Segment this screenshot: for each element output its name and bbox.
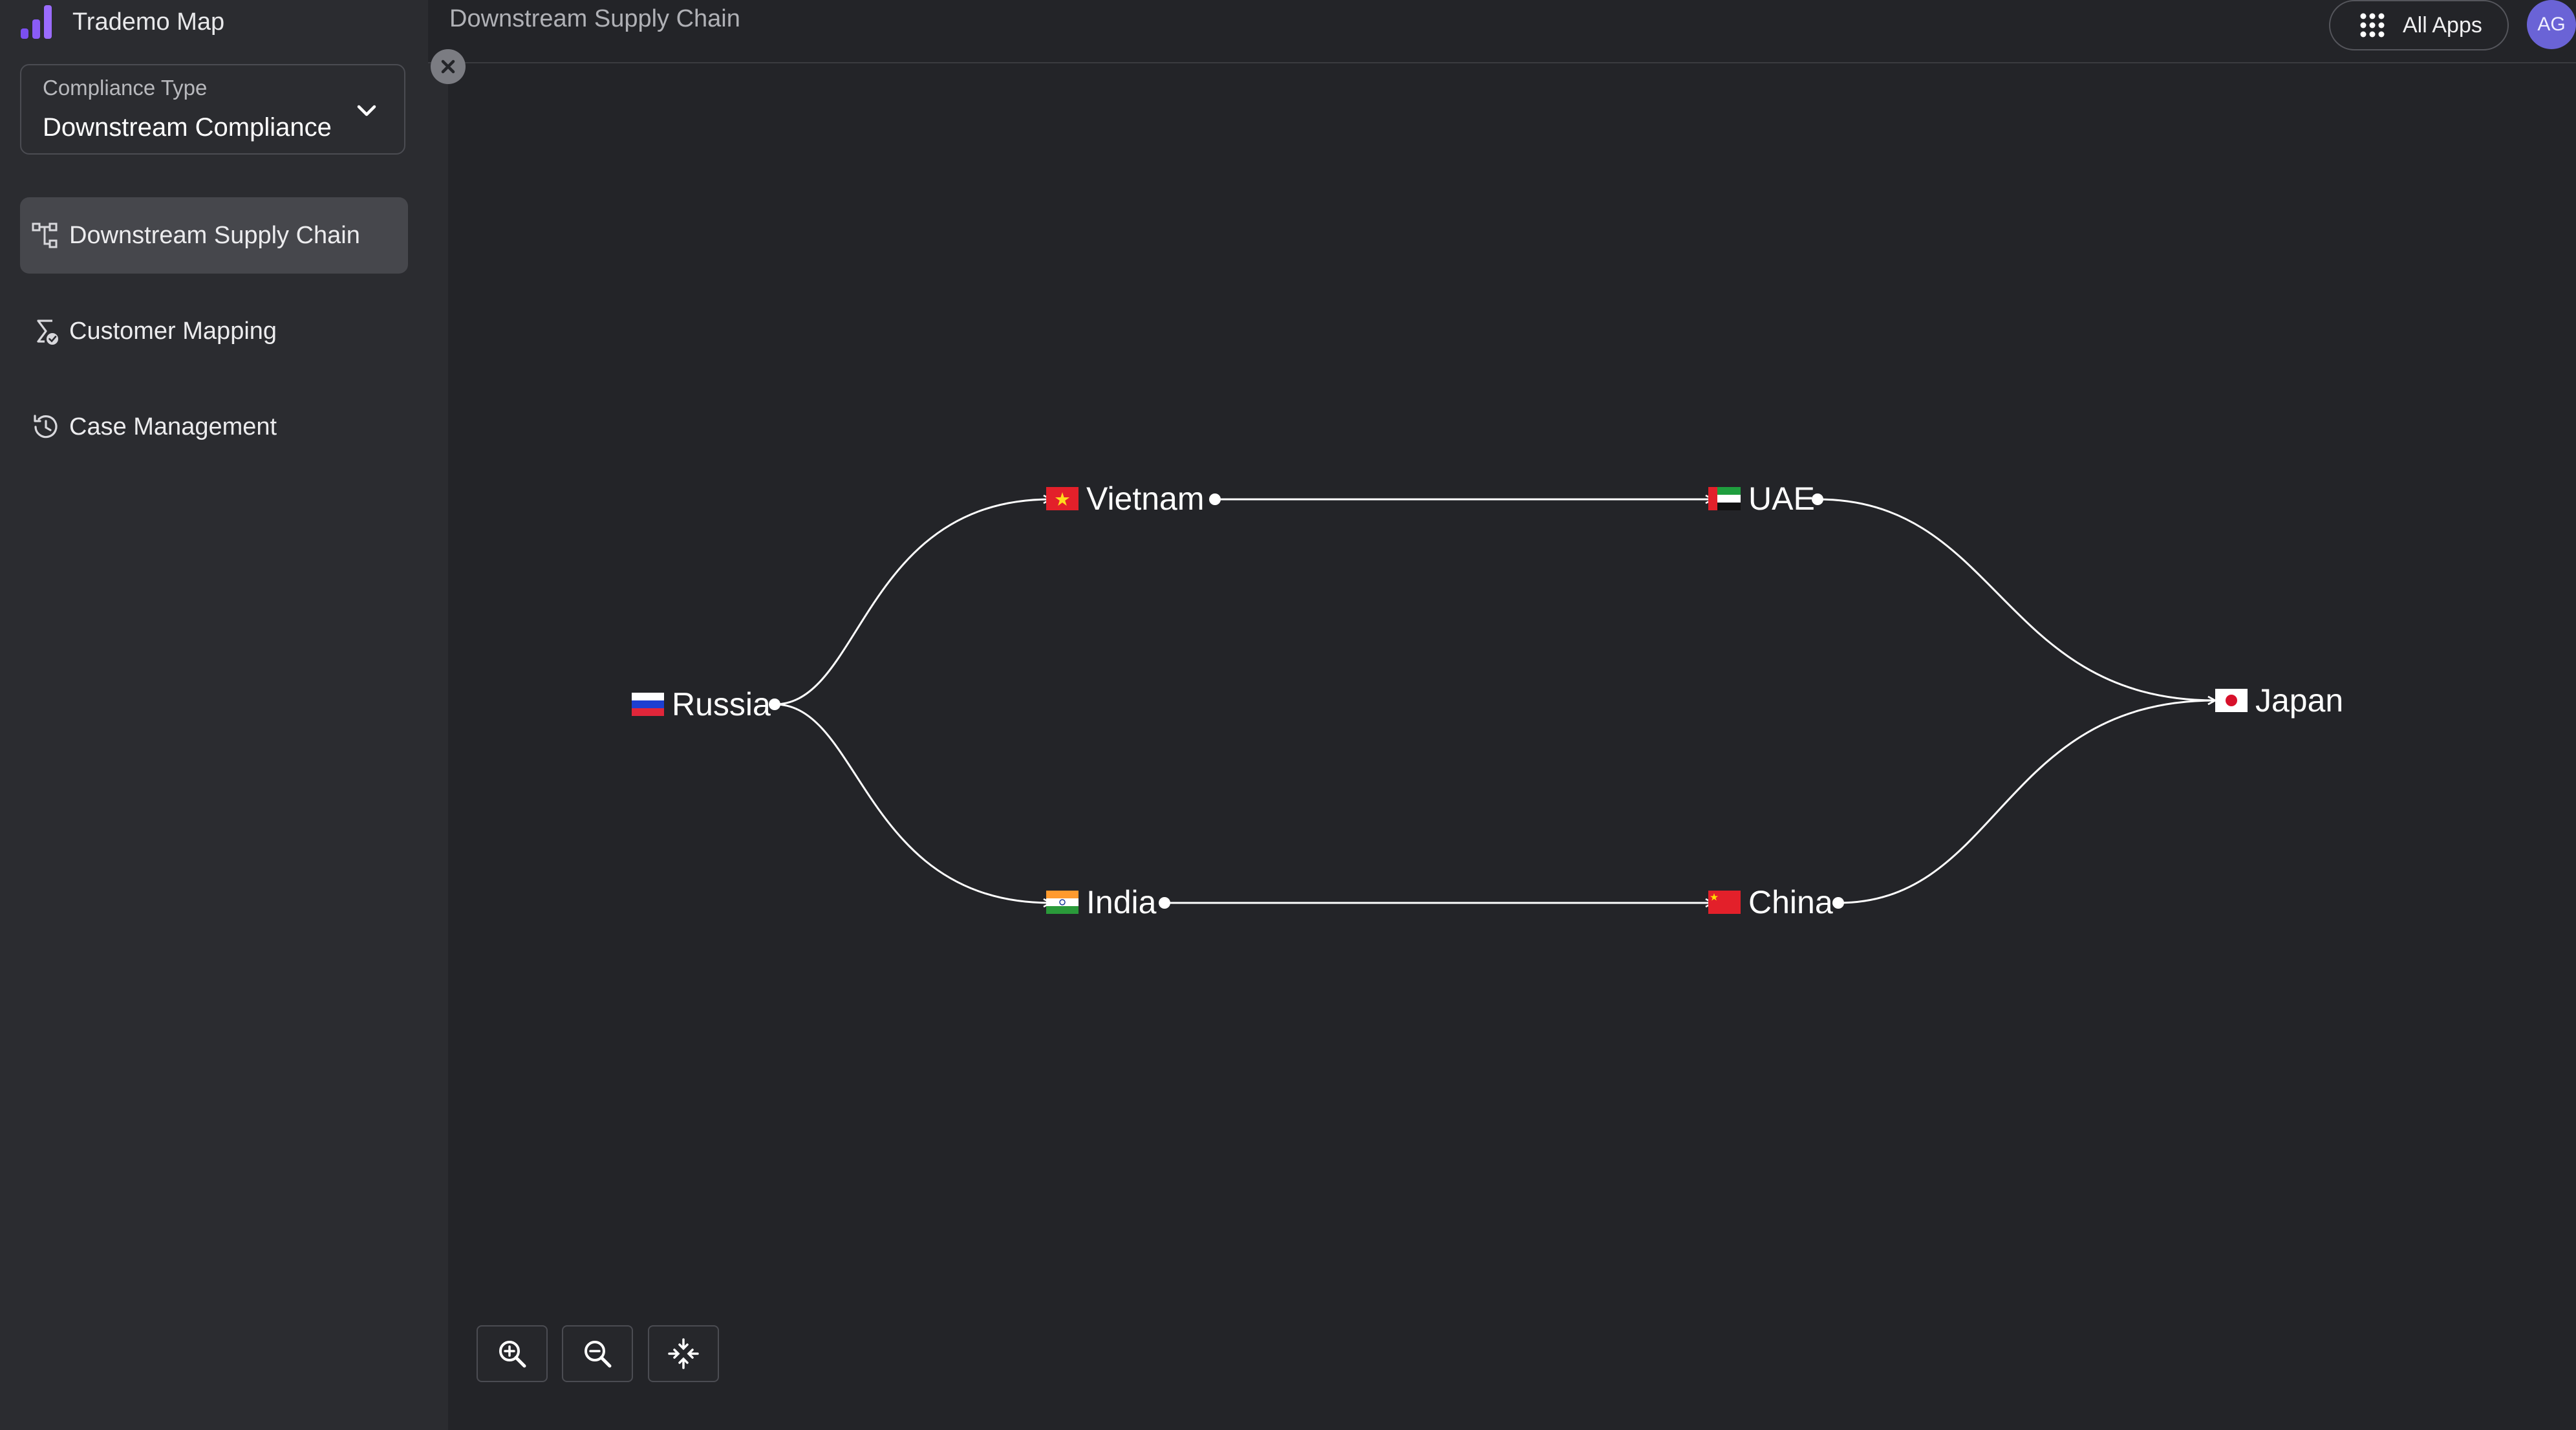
zoom-out-button[interactable] bbox=[562, 1325, 633, 1382]
compliance-type-label: Compliance Type bbox=[43, 76, 208, 100]
edge-russia-vietnam bbox=[774, 499, 1051, 706]
avatar[interactable]: AG bbox=[2527, 0, 2576, 49]
trademo-logo-icon bbox=[21, 5, 52, 39]
edges-layer bbox=[769, 493, 2576, 909]
sidebar-item-label: Customer Mapping bbox=[69, 317, 277, 345]
compliance-type-value: Downstream Compliance bbox=[43, 113, 332, 142]
flag-vietnam-icon bbox=[1046, 487, 1079, 510]
sidebar-item-label: Case Management bbox=[69, 413, 277, 440]
sidebar-item-downstream-supply-chain[interactable]: Downstream Supply Chain bbox=[20, 197, 408, 274]
node-label: Vietnam bbox=[1086, 481, 1205, 517]
node-india[interactable]: India bbox=[1046, 880, 1156, 925]
node-china[interactable]: China bbox=[1708, 880, 1833, 925]
edge-russia-india bbox=[774, 703, 1051, 903]
node-handle bbox=[1159, 897, 1170, 909]
sidebar-divider bbox=[428, 0, 448, 1430]
node-russia[interactable]: Russia bbox=[632, 682, 771, 727]
hierarchy-icon bbox=[32, 222, 58, 248]
history-icon bbox=[34, 415, 58, 439]
node-label: Japan bbox=[2255, 682, 2344, 719]
flag-uae-icon bbox=[1708, 487, 1741, 510]
flag-china-icon bbox=[1708, 891, 1741, 914]
sidebar-item-label: Downstream Supply Chain bbox=[69, 221, 360, 249]
sidebar-item-customer-mapping[interactable]: Customer Mapping bbox=[20, 293, 408, 369]
flag-japan-icon bbox=[2215, 689, 2248, 712]
node-uae[interactable]: UAE bbox=[1708, 476, 1815, 521]
node-handle bbox=[1209, 493, 1221, 505]
node-label: Russia bbox=[672, 686, 771, 722]
node-handle bbox=[1832, 897, 1844, 909]
node-label: India bbox=[1086, 884, 1157, 920]
compliance-type-select[interactable]: Compliance Type Downstream Compliance bbox=[20, 64, 405, 155]
chevron-down-icon bbox=[357, 105, 376, 116]
graph-canvas[interactable]: Russia Vietnam India UAE China Japan bbox=[448, 63, 2576, 1430]
node-label: UAE bbox=[1748, 481, 1815, 517]
customer-mapping-icon bbox=[37, 320, 58, 345]
node-japan[interactable]: Japan bbox=[2215, 678, 2343, 723]
grid-icon bbox=[2360, 13, 2385, 38]
sidebar: Trademo Map Compliance Type Downstream C… bbox=[0, 0, 428, 1430]
page-title: Downstream Supply Chain bbox=[449, 5, 740, 32]
edge-china-japan bbox=[1838, 700, 2215, 904]
flag-india-icon bbox=[1046, 891, 1079, 914]
flag-russia-icon bbox=[632, 693, 664, 716]
edge-uae-japan bbox=[1817, 498, 2215, 700]
zoom-in-button[interactable] bbox=[477, 1325, 548, 1382]
fit-view-button[interactable] bbox=[648, 1325, 719, 1382]
node-label: China bbox=[1748, 884, 1833, 920]
node-vietnam[interactable]: Vietnam bbox=[1046, 476, 1205, 521]
app-name: Trademo Map bbox=[72, 8, 225, 36]
top-bar: Downstream Supply Chain All Apps AG bbox=[428, 0, 2576, 63]
brand[interactable]: Trademo Map bbox=[19, 0, 224, 44]
sidebar-item-case-management[interactable]: Case Management bbox=[20, 389, 408, 465]
all-apps-button[interactable]: All Apps bbox=[2329, 0, 2509, 50]
zoom-out-icon bbox=[585, 1341, 612, 1368]
all-apps-label: All Apps bbox=[2403, 12, 2482, 38]
zoom-in-icon bbox=[499, 1341, 526, 1368]
fit-view-icon bbox=[668, 1338, 699, 1369]
